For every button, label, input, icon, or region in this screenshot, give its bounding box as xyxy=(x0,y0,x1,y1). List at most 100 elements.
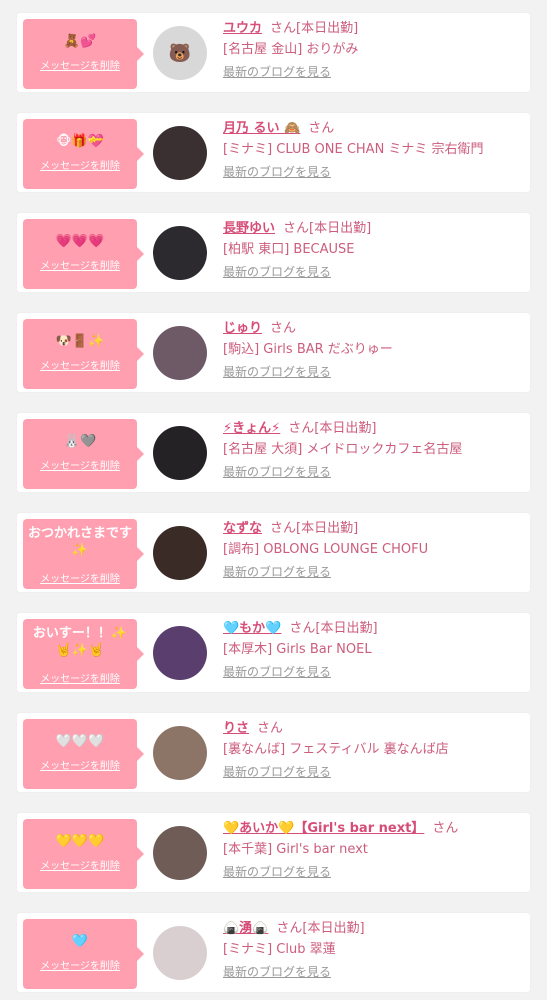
message-text: 🐵🎁💝 xyxy=(56,134,104,149)
attendance-status: [本日出勤] xyxy=(296,21,359,36)
avatar[interactable] xyxy=(153,226,207,280)
avatar[interactable] xyxy=(153,626,207,680)
cast-name-link[interactable]: ユウカ xyxy=(223,21,262,36)
cast-info: ⚡きょん⚡ さん[本日出勤] [名古屋 大須] メイドロックカフェ名古屋 最新のブ… xyxy=(223,419,524,483)
latest-blog-link[interactable]: 最新のブログを見る xyxy=(223,261,331,283)
cast-info: ユウカ さん[本日出勤] [名古屋 金山] おりがみ 最新のブログを見る xyxy=(223,19,524,83)
message-bubble: おつかれさまです ✨ メッセージを削除 xyxy=(23,519,144,589)
shop-info: [本千葉] Girl's bar next xyxy=(223,842,368,857)
message-text: 🩵 xyxy=(71,934,89,949)
attendance-status: [本日出勤] xyxy=(296,521,359,536)
cast-name-link[interactable]: りさ xyxy=(223,721,249,736)
cast-card: 🐰🩶 メッセージを削除 ⚡きょん⚡ さん[本日出勤] [名古屋 大須] メイドロッ… xyxy=(17,413,530,492)
name-line: ⚡きょん⚡ さん[本日出勤] xyxy=(223,419,524,439)
cast-name-link[interactable]: 🍙湧🍙 xyxy=(223,921,268,936)
attendance-status: [本日出勤] xyxy=(315,621,378,636)
delete-message-link[interactable]: メッセージを削除 xyxy=(23,670,137,685)
cast-info: りさ さん [裏なんば] フェスティバル 裏なんば店 最新のブログを見る xyxy=(223,719,524,783)
latest-blog-link[interactable]: 最新のブログを見る xyxy=(223,361,331,383)
cast-name-link[interactable]: なずな xyxy=(223,521,262,536)
cast-card: おつかれさまです ✨ メッセージを削除 なずな さん[本日出勤] [調布] OBL… xyxy=(17,513,530,592)
message-bubble: 🩵 メッセージを削除 xyxy=(23,919,144,989)
cast-card: おいすー！！✨ 🤘✨🤘 メッセージを削除 🩵もか🩵 さん[本日出勤] [本厚木] … xyxy=(17,613,530,692)
portrait-photo-icon xyxy=(153,426,207,480)
delete-message-link[interactable]: メッセージを削除 xyxy=(23,357,137,372)
shop-info: [調布] OBLONG LOUNGE CHOFU xyxy=(223,542,429,557)
message-text: 💗💗💗 xyxy=(55,234,105,249)
honorific: さん xyxy=(308,121,335,136)
delete-message-link[interactable]: メッセージを削除 xyxy=(23,57,137,72)
name-line: 🩵もか🩵 さん[本日出勤] xyxy=(223,619,524,639)
message-text: おつかれさまです ✨ xyxy=(27,526,132,558)
cast-info: 長野ゆい さん[本日出勤] [柏駅 東口] BECAUSE 最新のブログを見る xyxy=(223,219,524,283)
cast-card: 🧸💕 メッセージを削除 🐻 ユウカ さん[本日出勤] [名古屋 金山] おりがみ … xyxy=(17,13,530,92)
honorific: さん xyxy=(270,321,297,336)
shop-info: [名古屋 大須] メイドロックカフェ名古屋 xyxy=(223,442,463,457)
shop-info: [駒込] Girls BAR だぶりゅー xyxy=(223,342,393,357)
latest-blog-link[interactable]: 最新のブログを見る xyxy=(223,161,331,183)
avatar[interactable] xyxy=(153,326,207,380)
delete-message-link[interactable]: メッセージを削除 xyxy=(23,457,137,472)
latest-blog-link[interactable]: 最新のブログを見る xyxy=(223,961,331,983)
cast-card: 💛💛💛 メッセージを削除 💛あいか💛【Girl's bar next】 さん [本… xyxy=(17,813,530,892)
portrait-photo-icon xyxy=(153,926,207,980)
message-text: 💛💛💛 xyxy=(55,834,105,849)
message-text: 🤍🤍🤍 xyxy=(55,734,105,749)
avatar[interactable] xyxy=(153,426,207,480)
avatar[interactable] xyxy=(153,126,207,180)
delete-message-link[interactable]: メッセージを削除 xyxy=(23,570,137,585)
honorific: さん xyxy=(432,821,459,836)
portrait-photo-icon xyxy=(153,126,207,180)
delete-message-link[interactable]: メッセージを削除 xyxy=(23,157,137,172)
latest-blog-link[interactable]: 最新のブログを見る xyxy=(223,561,331,583)
delete-message-link[interactable]: メッセージを削除 xyxy=(23,257,137,272)
message-text: 🧸💕 xyxy=(63,34,97,49)
message-text: 🐰🩶 xyxy=(63,434,97,449)
avatar[interactable]: 🐻 xyxy=(153,26,207,80)
latest-blog-link[interactable]: 最新のブログを見る xyxy=(223,661,331,683)
cast-info: 🍙湧🍙 さん[本日出勤] [ミナミ] Club 翠蓮 最新のブログを見る xyxy=(223,919,524,983)
message-bubble: 🤍🤍🤍 メッセージを削除 xyxy=(23,719,144,789)
honorific: さん xyxy=(276,921,303,936)
cast-name-link[interactable]: じゅり xyxy=(223,321,262,336)
message-bubble: 🐰🩶 メッセージを削除 xyxy=(23,419,144,489)
latest-blog-link[interactable]: 最新のブログを見る xyxy=(223,861,331,883)
latest-blog-link[interactable]: 最新のブログを見る xyxy=(223,61,331,83)
name-line: 💛あいか💛【Girl's bar next】 さん xyxy=(223,819,524,839)
cast-name-link[interactable]: 🩵もか🩵 xyxy=(223,621,281,636)
cast-card: 🐵🎁💝 メッセージを削除 月乃 るい 🙈 さん [ミナミ] CLUB ONE CH… xyxy=(17,113,530,192)
cast-name-link[interactable]: 月乃 るい 🙈 xyxy=(223,121,300,136)
message-bubble: 🧸💕 メッセージを削除 xyxy=(23,19,144,89)
cast-name-link[interactable]: 💛あいか💛【Girl's bar next】 xyxy=(223,821,424,836)
name-line: じゅり さん xyxy=(223,319,524,339)
portrait-photo-icon xyxy=(153,826,207,880)
cast-card: 🐶🚪✨ メッセージを削除 じゅり さん [駒込] Girls BAR だぶりゅー … xyxy=(17,313,530,392)
message-bubble: 🐶🚪✨ メッセージを削除 xyxy=(23,319,144,389)
name-line: 月乃 るい 🙈 さん xyxy=(223,119,524,139)
shop-info: [名古屋 金山] おりがみ xyxy=(223,42,359,57)
honorific: さん xyxy=(270,521,297,536)
avatar[interactable] xyxy=(153,726,207,780)
name-line: 長野ゆい さん[本日出勤] xyxy=(223,219,524,239)
cast-info: 💛あいか💛【Girl's bar next】 さん [本千葉] Girl's ba… xyxy=(223,819,524,883)
avatar[interactable] xyxy=(153,826,207,880)
name-line: 🍙湧🍙 さん[本日出勤] xyxy=(223,919,524,939)
delete-message-link[interactable]: メッセージを削除 xyxy=(23,957,137,972)
portrait-photo-icon xyxy=(153,326,207,380)
delete-message-link[interactable]: メッセージを削除 xyxy=(23,757,137,772)
cast-name-link[interactable]: ⚡きょん⚡ xyxy=(223,421,280,436)
portrait-photo-icon xyxy=(153,526,207,580)
message-bubble: 💗💗💗 メッセージを削除 xyxy=(23,219,144,289)
cast-name-link[interactable]: 長野ゆい xyxy=(223,221,275,236)
shop-info: [ミナミ] Club 翠蓮 xyxy=(223,942,336,957)
message-text: 🐶🚪✨ xyxy=(55,334,105,349)
avatar[interactable] xyxy=(153,526,207,580)
latest-blog-link[interactable]: 最新のブログを見る xyxy=(223,761,331,783)
cast-info: 月乃 るい 🙈 さん [ミナミ] CLUB ONE CHAN ミナミ 宗右衛門 最… xyxy=(223,119,524,183)
avatar[interactable] xyxy=(153,926,207,980)
honorific: さん xyxy=(283,221,310,236)
delete-message-link[interactable]: メッセージを削除 xyxy=(23,857,137,872)
latest-blog-link[interactable]: 最新のブログを見る xyxy=(223,461,331,483)
shop-info: [ミナミ] CLUB ONE CHAN ミナミ 宗右衛門 xyxy=(223,142,484,157)
name-line: ユウカ さん[本日出勤] xyxy=(223,19,524,39)
